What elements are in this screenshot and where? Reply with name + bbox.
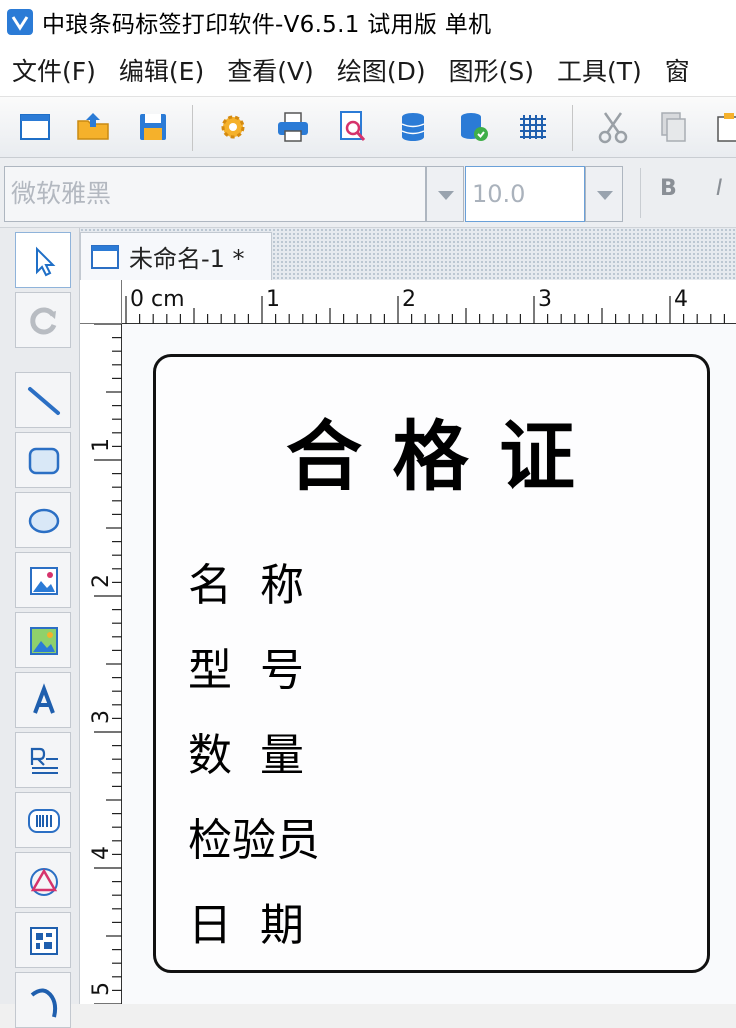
menu-file[interactable]: 文件(F)	[12, 52, 96, 88]
save-button[interactable]	[132, 107, 174, 147]
menu-draw[interactable]: 绘图(D)	[337, 52, 426, 88]
field-model[interactable]: 型 号	[188, 634, 304, 698]
ellipse-tool-button[interactable]	[15, 492, 71, 548]
database-icon	[401, 113, 425, 141]
ruler-top-label: 2	[402, 287, 416, 312]
picture-icon	[30, 627, 58, 655]
menu-tools[interactable]: 工具(T)	[557, 52, 642, 88]
barcode-icon	[28, 809, 60, 833]
font-size-dropdown-button[interactable]	[585, 166, 623, 222]
ruler-left-label: 2	[89, 574, 114, 588]
ruler-top-label: 4	[674, 287, 688, 312]
fontbar-separator	[640, 168, 641, 218]
image-icon	[30, 567, 58, 595]
vertical-ruler: 1 2 3 4 5	[80, 324, 122, 1004]
font-toolbar: 微软雅黑 10.0 B I	[0, 158, 736, 228]
settings-gear-icon	[221, 115, 245, 139]
database-button[interactable]	[392, 107, 434, 147]
field-inspector[interactable]: 检验员	[188, 804, 320, 868]
app-logo-icon	[7, 9, 33, 35]
shape-tool-button[interactable]	[15, 852, 71, 908]
menu-shape[interactable]: 图形(S)	[449, 52, 534, 88]
toolbar-separator	[572, 105, 573, 151]
paste-button[interactable]	[708, 107, 736, 147]
menu-edit[interactable]: 编辑(E)	[119, 52, 204, 88]
print-button[interactable]	[272, 107, 314, 147]
picture-tool-button[interactable]	[15, 612, 71, 668]
field-name[interactable]: 名 称	[188, 549, 304, 613]
document-tab[interactable]: 未命名-1 *	[80, 232, 272, 280]
drawing-tools-panel	[0, 228, 80, 1028]
field-quantity[interactable]: 数 量	[188, 719, 304, 783]
rotate-icon	[30, 307, 57, 335]
settings-button[interactable]	[212, 107, 254, 147]
main-toolbar	[0, 96, 736, 158]
qrcode-tool-button[interactable]	[15, 912, 71, 968]
print-preview-icon	[340, 111, 366, 141]
curve-tool-button[interactable]	[15, 972, 71, 1028]
label-card[interactable]: 合 格 证 名 称 型 号 数 量 检验员 日 期	[153, 354, 710, 973]
qrcode-icon	[30, 927, 58, 955]
font-size-input[interactable]: 10.0	[465, 166, 585, 222]
menu-window[interactable]: 窗	[665, 52, 690, 88]
rotate-tool-button[interactable]	[15, 292, 71, 348]
text-tool-button[interactable]	[15, 672, 71, 728]
label-title[interactable]: 合 格 证	[156, 395, 707, 505]
copy-icon	[661, 112, 686, 142]
database-settings-icon	[461, 113, 488, 141]
cut-icon	[598, 112, 628, 144]
ruler-corner	[80, 280, 122, 324]
database-settings-button[interactable]	[452, 107, 494, 147]
select-tool-button[interactable]	[15, 232, 71, 288]
rich-text-icon	[30, 747, 58, 774]
ruler-left-label: 1	[89, 438, 114, 452]
title-bar: 中琅条码标签打印软件-V6.5.1 试用版 单机	[0, 0, 736, 44]
copy-button[interactable]	[652, 107, 694, 147]
new-document-button[interactable]	[14, 107, 56, 147]
document-tab-label: 未命名-1 *	[129, 245, 245, 273]
ruler-top-label: 0 cm	[130, 287, 185, 312]
line-icon	[28, 387, 60, 415]
rectangle-tool-button[interactable]	[15, 432, 71, 488]
new-document-icon	[20, 114, 50, 140]
open-folder-icon	[77, 113, 109, 140]
curve-icon	[30, 988, 58, 1018]
document-window-icon	[91, 244, 119, 269]
print-preview-button[interactable]	[332, 107, 374, 147]
italic-button[interactable]: I	[716, 176, 723, 201]
ruler-top-label: 1	[266, 287, 280, 312]
font-name-select[interactable]: 微软雅黑	[4, 166, 426, 222]
rich-text-tool-button[interactable]	[15, 732, 71, 788]
toolbar-separator	[192, 105, 193, 151]
rounded-rectangle-icon	[28, 447, 60, 475]
text-a-icon	[33, 683, 55, 714]
font-name-dropdown-button[interactable]	[426, 166, 464, 222]
window-title: 中琅条码标签打印软件-V6.5.1 试用版 单机	[42, 12, 492, 38]
ruler-left-label: 3	[89, 710, 114, 724]
ruler-left-label: 4	[89, 846, 114, 860]
triangle-shape-icon	[30, 868, 58, 896]
grid-button[interactable]	[512, 107, 554, 147]
grid-icon	[520, 115, 546, 139]
menu-bar: 文件(F) 编辑(E) 查看(V) 绘图(D) 图形(S) 工具(T) 窗	[0, 44, 736, 96]
print-icon	[278, 112, 308, 142]
paste-icon	[717, 113, 736, 142]
open-button[interactable]	[72, 107, 114, 147]
ruler-top-label: 3	[538, 287, 552, 312]
pointer-arrow-icon	[36, 246, 56, 277]
field-date[interactable]: 日 期	[188, 889, 304, 953]
image-tool-button[interactable]	[15, 552, 71, 608]
menu-view[interactable]: 查看(V)	[227, 52, 314, 88]
bold-button[interactable]: B	[660, 176, 677, 201]
barcode-tool-button[interactable]	[15, 792, 71, 848]
ellipse-icon	[28, 508, 60, 534]
horizontal-ruler: 0 cm 1 2 3 4	[122, 280, 736, 324]
ruler-left-label: 5	[89, 982, 114, 996]
save-icon	[140, 114, 166, 140]
cut-button[interactable]	[592, 107, 634, 147]
line-tool-button[interactable]	[15, 372, 71, 428]
document-tab-bar: 未命名-1 *	[80, 228, 736, 280]
